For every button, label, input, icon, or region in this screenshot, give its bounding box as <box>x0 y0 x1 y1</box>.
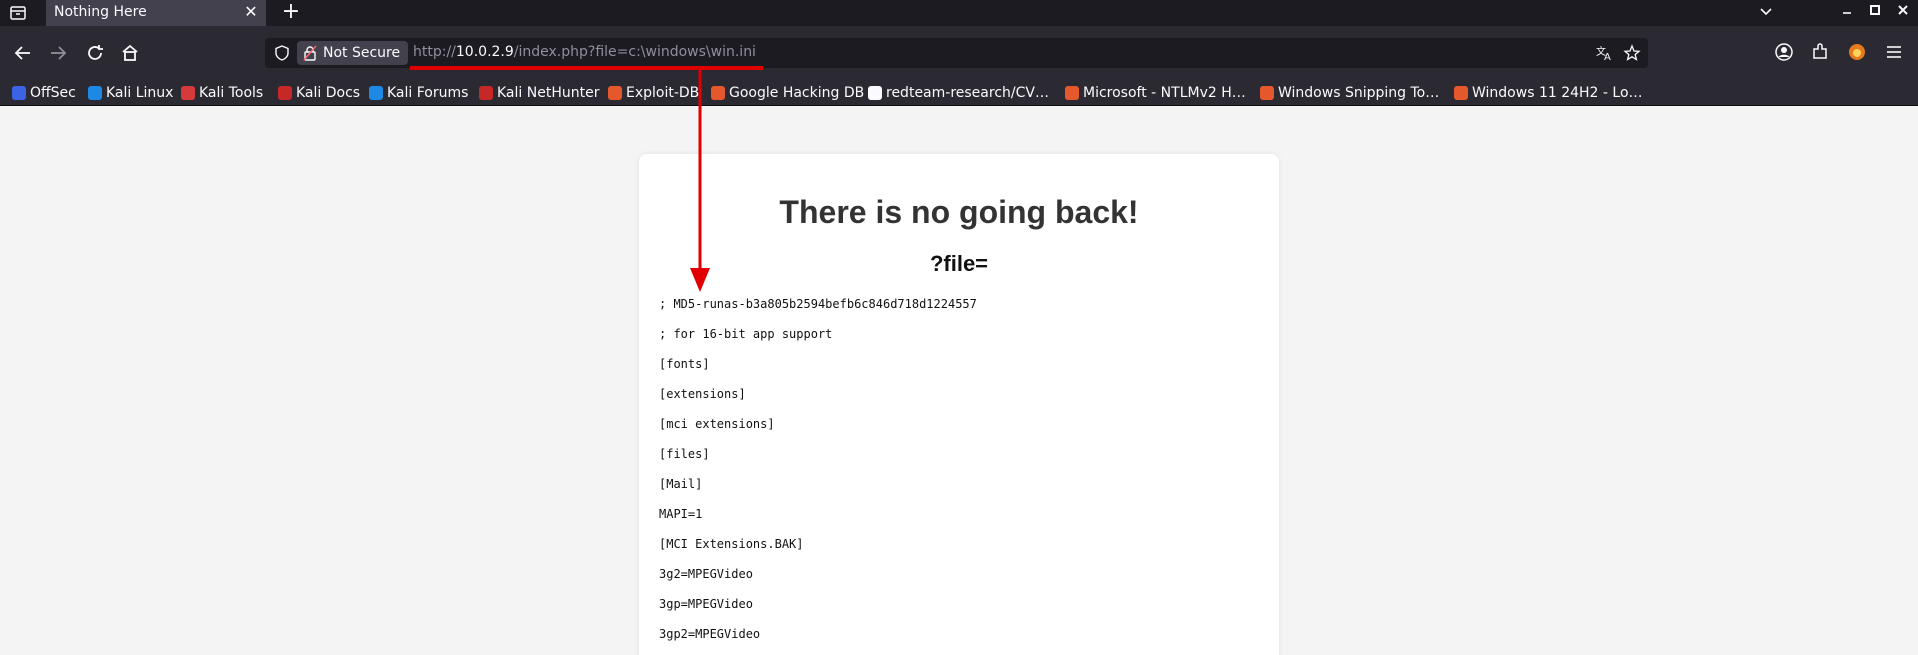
annotation-arrow <box>690 68 710 292</box>
